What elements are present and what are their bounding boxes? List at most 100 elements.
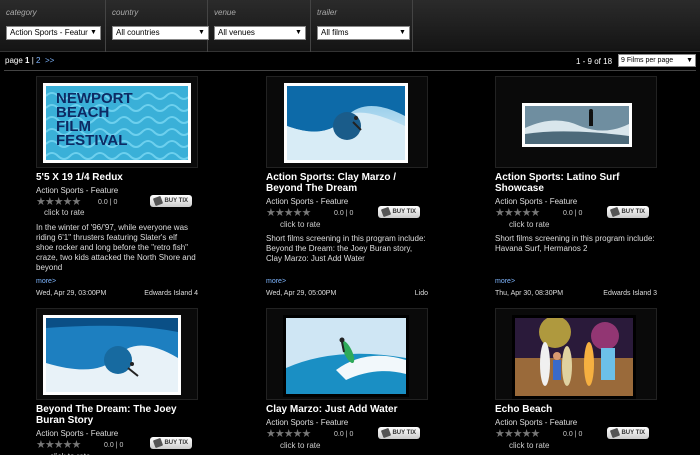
category-select-value: Action Sports - Featur (10, 28, 88, 37)
star-rating[interactable]: ★★★★★ (495, 427, 540, 440)
ticket-icon (380, 427, 392, 439)
wave-photo (46, 318, 178, 392)
film-card: NEWPORT BEACH FILM FESTIVAL 5'5 X 19 1/4… (36, 76, 198, 304)
filter-country: country All countries ▼ (106, 0, 209, 52)
film-category: Action Sports - Feature (36, 186, 119, 195)
click-to-rate[interactable]: click to rate (280, 441, 320, 450)
per-page-value: 9 Films per page (621, 57, 674, 64)
film-card: Beyond The Dream: The Joey Buran Story A… (36, 308, 198, 455)
more-link[interactable]: more> (266, 278, 286, 285)
venue-select[interactable]: All venues ▼ (214, 26, 306, 40)
screening-date: Thu, Apr 30, 08:30PM (495, 290, 564, 297)
filter-trailer: trailer All films ▼ (311, 0, 413, 52)
buy-tix-button[interactable]: BUY TIX (378, 206, 420, 218)
chevron-down-icon: ▼ (198, 29, 205, 36)
star-rating[interactable]: ★★★★★ (266, 427, 311, 440)
film-thumbnail[interactable] (522, 103, 632, 147)
buy-tix-label: BUY TIX (164, 440, 188, 446)
film-category: Action Sports - Feature (495, 197, 578, 206)
country-select[interactable]: All countries ▼ (112, 26, 209, 40)
film-description: In the winter of '96/'97, while everyone… (36, 223, 196, 272)
buy-tix-button[interactable]: BUY TIX (150, 437, 192, 449)
results-range: 1 - 9 of 18 (576, 57, 613, 66)
buy-tix-button[interactable]: BUY TIX (378, 427, 420, 439)
divider (4, 70, 696, 71)
buy-tix-label: BUY TIX (621, 209, 645, 215)
star-rating[interactable]: ★★★★★ (36, 195, 81, 208)
buy-tix-label: BUY TIX (164, 198, 188, 204)
ticket-icon (609, 206, 621, 218)
wave-photo (287, 86, 405, 160)
next-pages-link[interactable]: >> (45, 56, 54, 65)
star-rating[interactable]: ★★★★★ (36, 438, 81, 451)
film-title[interactable]: Action Sports: Latino Surf Showcase (495, 172, 657, 194)
chevron-down-icon: ▼ (295, 29, 302, 36)
film-title[interactable]: Echo Beach (495, 404, 657, 415)
thumbnail-frame (495, 76, 657, 168)
category-select[interactable]: Action Sports - Featur ▼ (6, 26, 101, 40)
thumbnail-frame (36, 308, 198, 400)
click-to-rate[interactable]: click to rate (44, 208, 84, 217)
page-word: page (5, 56, 23, 65)
surf-photo (286, 318, 406, 394)
ticket-icon (152, 437, 164, 449)
buy-tix-button[interactable]: BUY TIX (607, 427, 649, 439)
screening-venue: Lido (414, 290, 428, 297)
festival-logo-thumbnail[interactable]: NEWPORT BEACH FILM FESTIVAL (43, 83, 191, 163)
rating-value: 0.0 | 0 (98, 199, 118, 206)
current-page: 1 (25, 56, 30, 65)
more-link[interactable]: more> (36, 278, 56, 285)
filter-trailer-label: trailer (317, 8, 338, 17)
venue-select-value: All venues (218, 28, 255, 37)
star-rating[interactable]: ★★★★★ (266, 206, 311, 219)
country-select-value: All countries (116, 28, 160, 37)
filter-country-label: country (112, 8, 139, 17)
film-category: Action Sports - Feature (266, 197, 349, 206)
chevron-down-icon: ▼ (399, 29, 406, 36)
buy-tix-label: BUY TIX (392, 209, 416, 215)
trailer-select[interactable]: All films ▼ (317, 26, 410, 40)
logo-word: FESTIVAL (56, 132, 128, 149)
film-title[interactable]: Action Sports: Clay Marzo / Beyond The D… (266, 172, 428, 194)
click-to-rate[interactable]: click to rate (509, 441, 549, 450)
click-to-rate[interactable]: click to rate (509, 220, 549, 229)
per-page-select[interactable]: 9 Films per page ▼ (618, 54, 696, 67)
rating-value: 0.0 | 0 (104, 442, 124, 449)
buy-tix-button[interactable]: BUY TIX (150, 195, 192, 207)
film-title[interactable]: 5'5 X 19 1/4 Redux (36, 172, 198, 183)
buy-tix-label: BUY TIX (621, 430, 645, 436)
film-thumbnail[interactable] (284, 83, 408, 163)
screening-date: Wed, Apr 29, 05:00PM (266, 290, 337, 297)
filter-venue-label: venue (214, 8, 236, 17)
film-category: Action Sports - Feature (495, 418, 578, 427)
filter-category: category Action Sports - Featur ▼ (0, 0, 106, 52)
ticket-icon (152, 195, 164, 207)
rating-value: 0.0 | 0 (563, 431, 583, 438)
thumbnail-frame: NEWPORT BEACH FILM FESTIVAL (36, 76, 198, 168)
film-thumbnail[interactable] (283, 315, 409, 397)
film-thumbnail[interactable] (512, 315, 636, 399)
rating-value: 0.0 | 0 (334, 431, 354, 438)
page-2-link[interactable]: 2 (36, 56, 40, 65)
film-category: Action Sports - Feature (36, 429, 119, 438)
star-rating[interactable]: ★★★★★ (495, 206, 540, 219)
filter-venue: venue All venues ▼ (208, 0, 311, 52)
trailer-select-value: All films (321, 28, 349, 37)
chevron-down-icon: ▼ (90, 29, 97, 36)
page-separator: | (31, 56, 34, 65)
film-title[interactable]: Beyond The Dream: The Joey Buran Story (36, 404, 198, 426)
film-description: Short films screening in this program in… (495, 234, 655, 253)
film-title[interactable]: Clay Marzo: Just Add Water (266, 404, 428, 415)
more-link[interactable]: more> (495, 278, 515, 285)
thumbnail-frame (266, 308, 428, 400)
surf-photo (525, 106, 629, 144)
film-thumbnail[interactable] (43, 315, 181, 395)
buy-tix-button[interactable]: BUY TIX (607, 206, 649, 218)
screening-date: Wed, Apr 29, 03:00PM (36, 290, 107, 297)
filter-bar: category Action Sports - Featur ▼ countr… (0, 0, 700, 52)
chevron-down-icon: ▼ (686, 57, 693, 64)
click-to-rate[interactable]: click to rate (280, 220, 320, 229)
film-card: Clay Marzo: Just Add Water Action Sports… (266, 308, 428, 455)
pagination: page 1 | 2 >> (5, 56, 54, 65)
thumbnail-frame (495, 308, 657, 400)
